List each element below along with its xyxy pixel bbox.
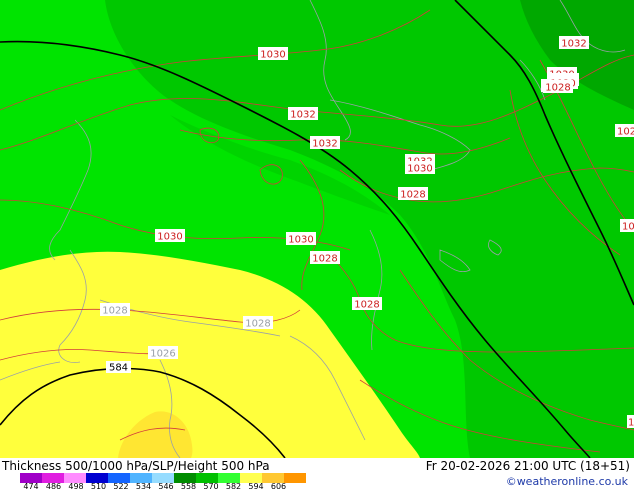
isobar-label: 1032: [310, 136, 340, 150]
svg-text:1028: 1028: [400, 190, 425, 201]
svg-text:1028: 1028: [102, 306, 127, 317]
svg-text:1: 1: [628, 418, 634, 429]
svg-text:584: 584: [109, 363, 128, 374]
svg-text:1028: 1028: [312, 254, 337, 265]
isobar-label: 1032: [288, 107, 318, 121]
forecast-time: Fr 20-02-2026 21:00 UTC (18+51): [425, 459, 630, 473]
isobar-label: 1028: [100, 303, 130, 317]
svg-text:1032: 1032: [312, 139, 337, 150]
isobar-label: 1030: [258, 47, 288, 61]
isobar-label: 1028: [243, 316, 273, 330]
svg-text:1026: 1026: [150, 349, 175, 360]
svg-text:1030: 1030: [288, 235, 313, 246]
isobar-label: 1028: [310, 251, 340, 265]
map-canvas: 1030 1032 1032 1032 1030 1028 1030 1030 …: [0, 0, 634, 458]
isobar-label: 10: [620, 219, 634, 233]
svg-text:1032: 1032: [561, 39, 586, 50]
isobar-label: 1028: [543, 80, 573, 94]
isobar-label: 1030: [405, 161, 435, 175]
height-label: 584: [106, 361, 131, 374]
colorbar-swatch: [284, 473, 306, 483]
svg-text:1030: 1030: [407, 164, 432, 175]
svg-text:1028: 1028: [245, 319, 270, 330]
isobar-label: 1030: [286, 232, 316, 246]
isobar-label: 1032: [559, 36, 589, 50]
isobar-label: 1030: [155, 229, 185, 243]
svg-text:1032: 1032: [290, 110, 315, 121]
svg-text:1030: 1030: [260, 50, 285, 61]
isobar-label: 1028: [352, 297, 382, 311]
isobar-label: 102: [615, 124, 634, 138]
isobar-label: 1: [627, 415, 634, 429]
svg-text:1028: 1028: [545, 83, 570, 94]
svg-text:102: 102: [617, 127, 634, 138]
credit-link[interactable]: ©weatheronline.co.uk: [506, 475, 628, 489]
isobar-label: 1028: [398, 187, 428, 201]
isobar-label: 1026: [148, 346, 178, 360]
map-title: Thickness 500/1000 hPa/SLP/Height 500 hP…: [2, 459, 270, 473]
map-footer: Thickness 500/1000 hPa/SLP/Height 500 hP…: [0, 458, 634, 491]
weather-map: 1030 1032 1032 1032 1030 1028 1030 1030 …: [0, 0, 634, 458]
svg-text:10: 10: [622, 222, 634, 233]
svg-text:1028: 1028: [354, 300, 379, 311]
svg-text:1030: 1030: [157, 232, 182, 243]
